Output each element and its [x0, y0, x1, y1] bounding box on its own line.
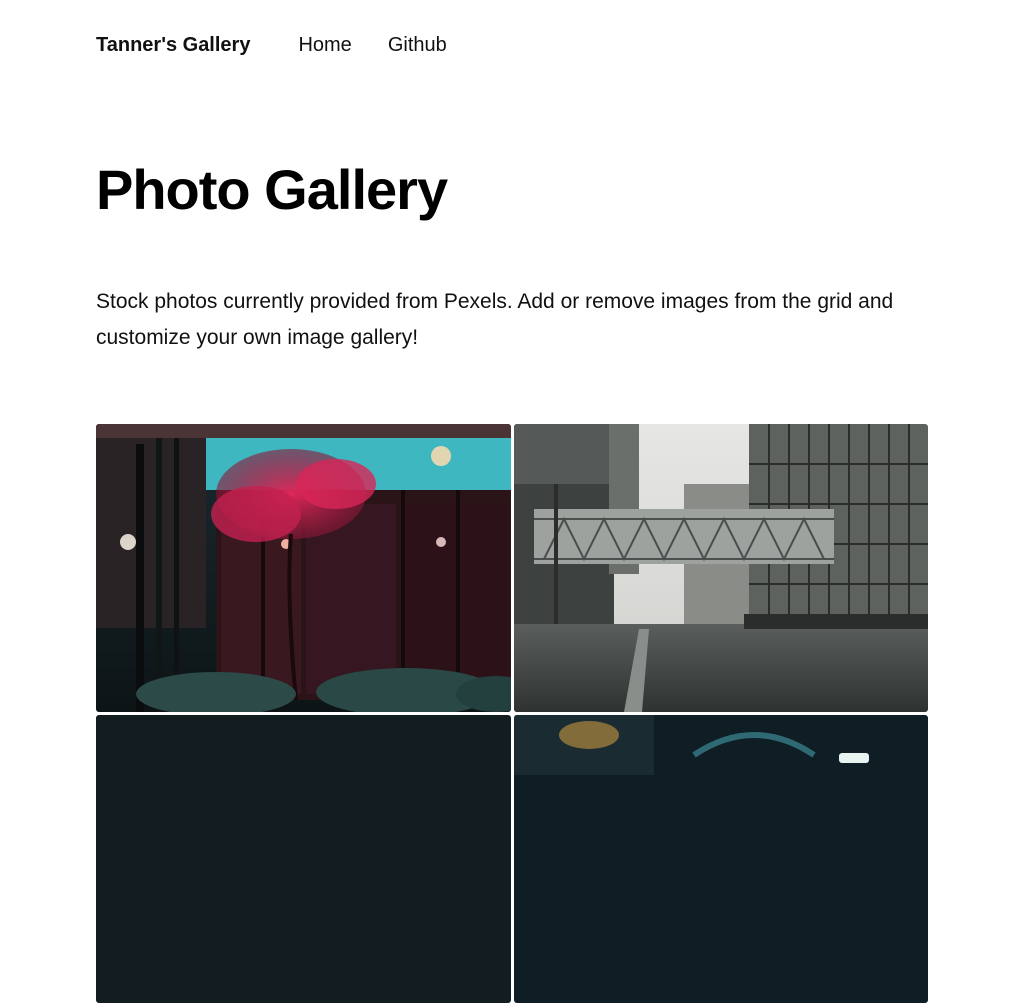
photo-grid [96, 424, 928, 1003]
photo-red-tree-image [96, 424, 511, 712]
photo-night-lights-image [514, 715, 928, 1003]
photo-city-skybridge-image [514, 424, 928, 712]
nav-link-home[interactable]: Home [298, 34, 351, 57]
brand-link[interactable]: Tanner's Gallery [96, 34, 250, 57]
gallery-photo-red-tree[interactable] [96, 424, 511, 712]
photo-dark-image [96, 715, 511, 1003]
page-title: Photo Gallery [96, 158, 448, 221]
top-navbar: Tanner's Gallery Home Github [96, 30, 447, 60]
page-description: Stock photos currently provided from Pex… [96, 290, 894, 349]
gallery-photo-night-lights[interactable] [514, 715, 928, 1003]
gallery-photo-city-skybridge[interactable] [514, 424, 928, 712]
gallery-photo-dark[interactable] [96, 715, 511, 1003]
nav-link-github[interactable]: Github [388, 34, 447, 57]
